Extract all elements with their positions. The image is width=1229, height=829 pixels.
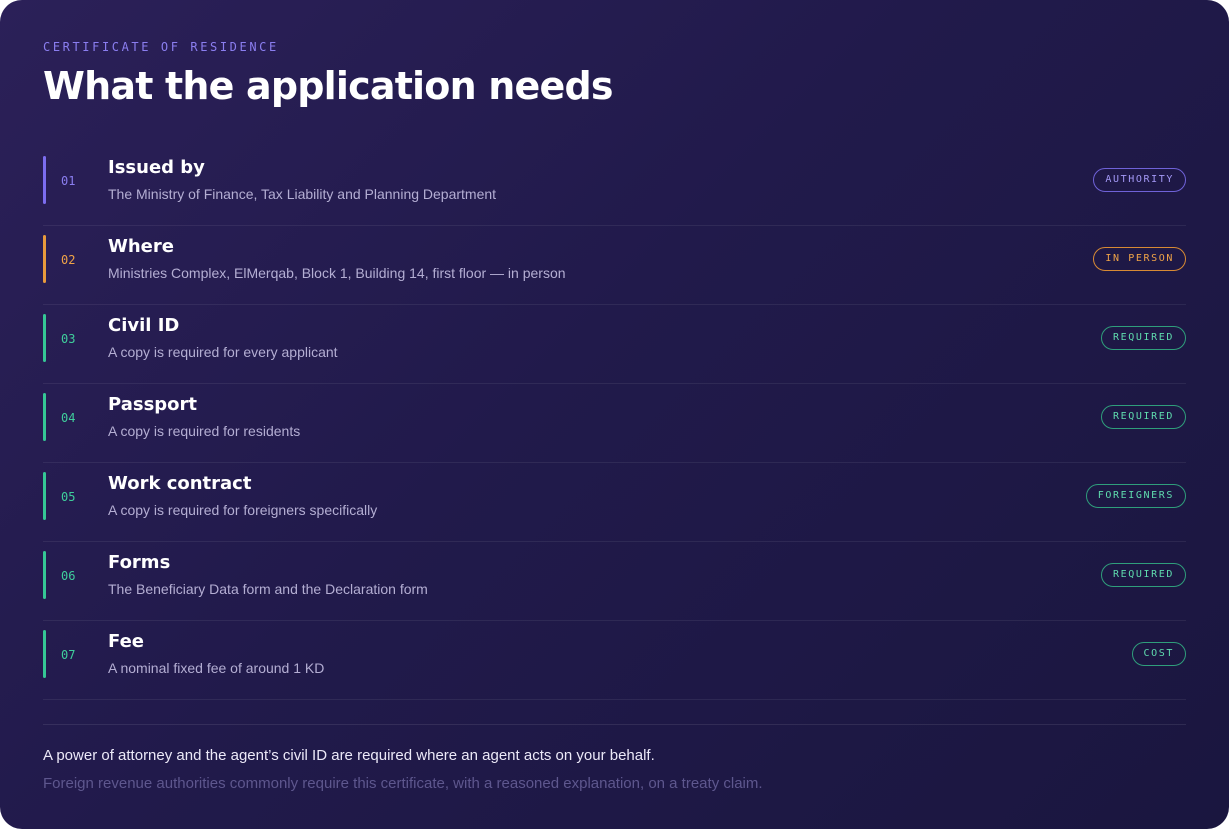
item-number: 05 — [61, 490, 76, 504]
item-title: Work contract — [108, 473, 252, 494]
requirement-row-forms: 06 Forms The Beneficiary Data form and t… — [43, 542, 1186, 621]
item-number: 02 — [61, 253, 76, 267]
accent-bar — [43, 551, 46, 599]
item-number: 03 — [61, 332, 76, 346]
item-number: 07 — [61, 648, 76, 662]
agent-note: A power of attorney and the agent’s civi… — [43, 747, 655, 764]
required-badge: REQUIRED — [1101, 563, 1186, 587]
accent-bar — [43, 235, 46, 283]
requirements-card: CERTIFICATE OF RESIDENCE What the applic… — [0, 0, 1229, 829]
requirements-list: 01 Issued by The Ministry of Finance, Ta… — [43, 147, 1186, 700]
item-number: 06 — [61, 569, 76, 583]
requirement-row-issued-by: 01 Issued by The Ministry of Finance, Ta… — [43, 147, 1186, 226]
required-badge: REQUIRED — [1101, 405, 1186, 429]
authority-badge: AUTHORITY — [1093, 168, 1186, 192]
item-title: Issued by — [108, 157, 205, 178]
item-number: 04 — [61, 411, 76, 425]
foreigners-badge: FOREIGNERS — [1085, 484, 1186, 508]
section-eyebrow: CERTIFICATE OF RESIDENCE — [43, 40, 279, 54]
item-title: Where — [108, 236, 174, 257]
item-description: A copy is required for residents — [108, 423, 301, 439]
item-description: The Beneficiary Data form and the Declar… — [108, 581, 428, 597]
item-description: A copy is required for every applicant — [108, 344, 338, 360]
item-description: The Ministry of Finance, Tax Liability a… — [108, 186, 497, 202]
accent-bar — [43, 472, 46, 520]
accent-bar — [43, 156, 46, 204]
requirement-row-passport: 04 Passport A copy is required for resid… — [43, 384, 1186, 463]
requirement-row-work-contract: 05 Work contract A copy is required for … — [43, 463, 1186, 542]
requirement-row-where: 02 Where Ministries Complex, ElMerqab, B… — [43, 226, 1186, 305]
requirement-row-fee: 07 Fee A nominal fixed fee of around 1 K… — [43, 621, 1186, 700]
item-title: Passport — [108, 394, 198, 415]
item-number: 01 — [61, 174, 76, 188]
cost-badge: COST — [1131, 642, 1186, 666]
page-title: What the application needs — [43, 64, 613, 108]
item-description: A copy is required for foreigners specif… — [108, 502, 378, 518]
accent-bar — [43, 393, 46, 441]
item-title: Fee — [108, 631, 144, 652]
required-badge: REQUIRED — [1101, 326, 1186, 350]
requirement-row-civil-id: 03 Civil ID A copy is required for every… — [43, 305, 1186, 384]
accent-bar — [43, 314, 46, 362]
item-title: Civil ID — [108, 315, 180, 336]
item-description: A nominal fixed fee of around 1 KD — [108, 660, 325, 676]
item-description: Ministries Complex, ElMerqab, Block 1, B… — [108, 265, 566, 281]
treaty-note: Foreign revenue authorities commonly req… — [43, 775, 763, 792]
footer-divider — [43, 724, 1186, 725]
accent-bar — [43, 630, 46, 678]
item-title: Forms — [108, 552, 171, 573]
in-person-badge: IN PERSON — [1093, 247, 1186, 271]
